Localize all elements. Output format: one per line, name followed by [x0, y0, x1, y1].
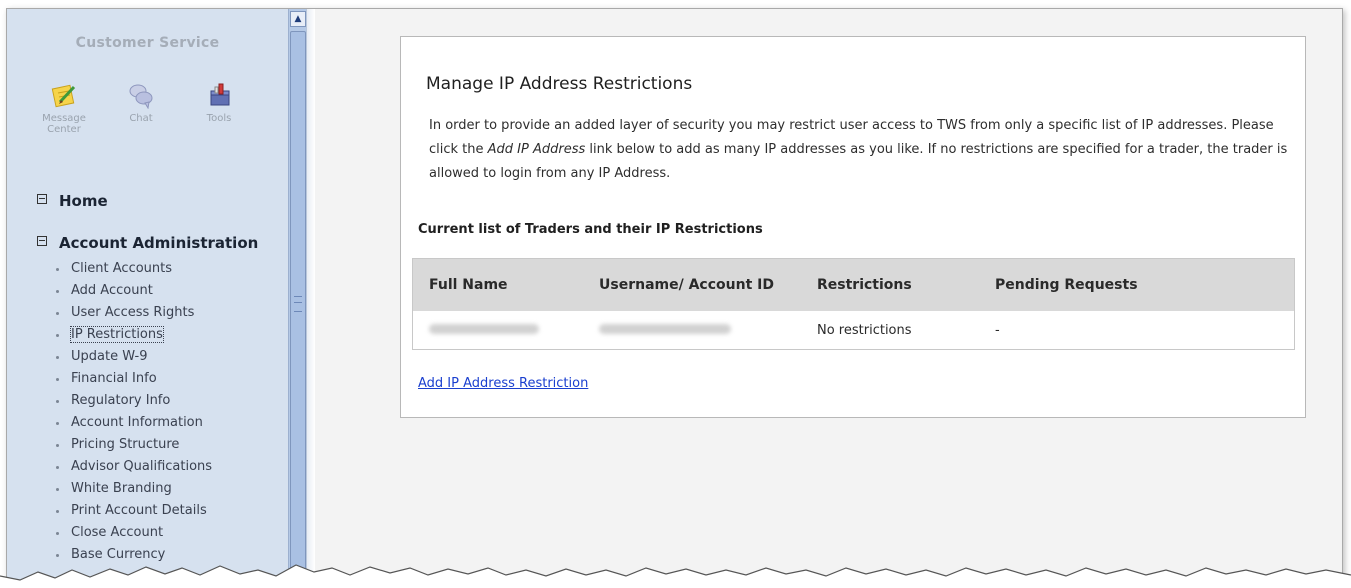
- torn-edge-decoration: [0, 564, 1351, 588]
- table-header-row: Full Name Username/ Account ID Restricti…: [412, 258, 1295, 311]
- sidebar-item-ip-restrictions[interactable]: IP Restrictions: [55, 324, 212, 346]
- page-title: Manage IP Address Restrictions: [426, 74, 693, 94]
- add-ip-address-restriction-link[interactable]: Add IP Address Restriction: [418, 376, 588, 391]
- scrollbar-thumb[interactable]: [290, 31, 306, 573]
- column-header-pending-requests: Pending Requests: [995, 258, 1295, 311]
- sidebar-item-white-branding[interactable]: White Branding: [55, 478, 212, 500]
- sidebar-item-advisor-qualifications[interactable]: Advisor Qualifications: [55, 456, 212, 478]
- sidebar-title: Customer Service: [75, 35, 220, 51]
- sidebar-item-financial-info[interactable]: Financial Info: [55, 368, 212, 390]
- sidebar-item-user-access-rights[interactable]: User Access Rights: [55, 302, 212, 324]
- sidebar-item-add-account[interactable]: Add Account: [55, 280, 212, 302]
- cell-restrictions: No restrictions: [817, 311, 995, 350]
- chat-label: Chat: [129, 113, 153, 124]
- chat-bubbles-icon: [129, 84, 153, 109]
- column-header-restrictions: Restrictions: [817, 258, 995, 311]
- tools-label: Tools: [206, 113, 232, 124]
- traders-table: Full Name Username/ Account ID Restricti…: [412, 258, 1295, 350]
- message-center-button[interactable]: Message Center: [29, 81, 99, 135]
- cell-full-name-redacted: [412, 311, 599, 350]
- sidebar-item-account-information[interactable]: Account Information: [55, 412, 212, 434]
- redacted-text: [599, 323, 731, 334]
- account-admin-menu: Client Accounts Add Account User Access …: [55, 258, 212, 566]
- chat-button[interactable]: Chat: [106, 81, 176, 124]
- sidebar-item-pricing-structure[interactable]: Pricing Structure: [55, 434, 212, 456]
- sidebar-item-client-accounts[interactable]: Client Accounts: [55, 258, 212, 280]
- browser-frame: Customer Service Message Center Chat Too…: [6, 8, 1343, 584]
- message-center-label-2: Center: [47, 124, 81, 135]
- notepad-icon: [51, 84, 76, 108]
- column-header-full-name: Full Name: [412, 258, 599, 311]
- sidebar: Customer Service Message Center Chat Too…: [7, 9, 288, 584]
- ip-restrictions-panel: Manage IP Address Restrictions In order …: [400, 36, 1306, 418]
- scroll-grip-icon: [294, 296, 302, 312]
- scroll-up-arrow-icon[interactable]: ▲: [290, 11, 306, 27]
- traders-list-heading: Current list of Traders and their IP Res…: [418, 222, 763, 237]
- sidebar-item-update-w9[interactable]: Update W-9: [55, 346, 212, 368]
- nav-home[interactable]: Home: [37, 192, 108, 210]
- page-description: In order to provide an added layer of se…: [429, 114, 1289, 186]
- table-row: No restrictions -: [412, 311, 1295, 350]
- frame-divider[interactable]: [306, 9, 315, 584]
- sidebar-item-print-account-details[interactable]: Print Account Details: [55, 500, 212, 522]
- collapse-icon[interactable]: [37, 194, 47, 204]
- redacted-text: [429, 323, 539, 334]
- cell-username-redacted: [599, 311, 817, 350]
- sidebar-item-regulatory-info[interactable]: Regulatory Info: [55, 390, 212, 412]
- column-header-username: Username/ Account ID: [599, 258, 817, 311]
- message-center-label-1: Message: [42, 113, 86, 124]
- nav-account-admin-label: Account Administration: [59, 234, 259, 252]
- toolbox-icon: [210, 83, 230, 106]
- nav-account-administration[interactable]: Account Administration: [37, 234, 258, 252]
- sidebar-item-close-account[interactable]: Close Account: [55, 522, 212, 544]
- description-emphasis: Add IP Address: [487, 142, 586, 157]
- tools-button[interactable]: Tools: [184, 81, 254, 124]
- nav-home-label: Home: [59, 192, 108, 210]
- cell-pending-requests: -: [995, 311, 1295, 350]
- collapse-icon[interactable]: [37, 236, 47, 246]
